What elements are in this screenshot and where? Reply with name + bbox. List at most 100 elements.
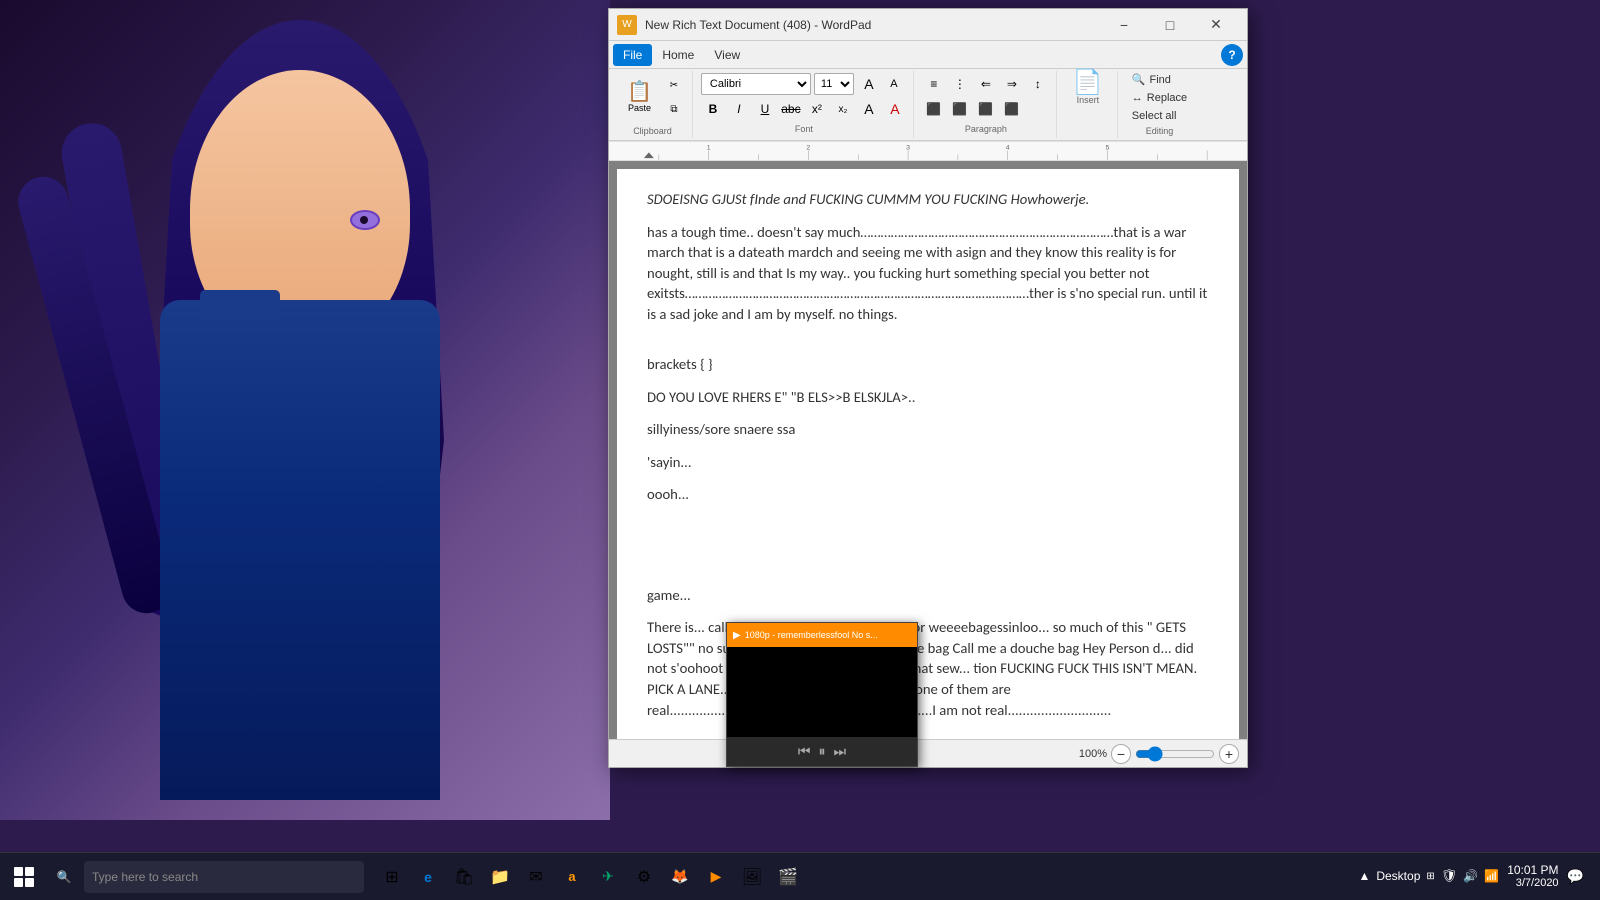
zoom-slider[interactable] xyxy=(1135,746,1215,762)
align-left-button[interactable]: ⬛ xyxy=(922,98,946,120)
app9-icon[interactable]: 🖼 xyxy=(736,861,768,893)
file-explorer-icon[interactable]: 📁 xyxy=(484,861,516,893)
video-area xyxy=(727,647,917,737)
menu-view[interactable]: View xyxy=(704,44,750,66)
taskbar: 🔍 Type here to search ⊞ e 🛍 📁 ✉ a ✈ ⚙ 🦊 … xyxy=(0,852,1600,900)
find-button[interactable]: 🔍 Find xyxy=(1126,71,1193,88)
ruler-svg: 1 2 3 4 5 xyxy=(609,141,1247,160)
bold-button[interactable]: B xyxy=(701,98,725,120)
tripadvisor-icon[interactable]: ✈ xyxy=(592,861,624,893)
paragraph-6-text: 'sayin... xyxy=(647,453,692,471)
shrink-font-button[interactable]: A xyxy=(882,73,906,95)
zoom-out-button[interactable]: − xyxy=(1111,744,1131,764)
menu-file[interactable]: File xyxy=(613,44,652,66)
svg-text:5: 5 xyxy=(1106,145,1110,152)
video-prev-button[interactable]: ⏮ xyxy=(798,743,811,760)
paragraph-5-text: sillyiness/sore snaere ssa xyxy=(647,420,795,438)
close-button[interactable]: ✕ xyxy=(1193,9,1239,41)
clipboard-label: Clipboard xyxy=(619,124,686,138)
bullets-button[interactable]: ≡ xyxy=(922,73,946,95)
video-next-button[interactable]: ⏭ xyxy=(834,743,847,760)
amazon-icon[interactable]: a xyxy=(556,861,588,893)
volume-icon[interactable]: 🔊 xyxy=(1463,869,1478,883)
paragraph-2-text: has a tough time.. doesn't say much……………… xyxy=(647,223,1207,323)
paragraph-3: brackets { } xyxy=(647,354,1209,375)
wordpad-window: W New Rich Text Document (408) - WordPad… xyxy=(608,8,1248,768)
taskbar-icons: ⊞ e 🛍 📁 ✉ a ✈ ⚙ 🦊 ▶ 🖼 🎬 xyxy=(368,861,812,893)
expand-tray-button[interactable]: ▲ xyxy=(1358,869,1370,883)
copy-button[interactable]: ⧉ xyxy=(662,99,686,121)
zoom-controls: 100% − + xyxy=(1079,744,1239,764)
highlight-button[interactable]: A xyxy=(857,98,881,120)
zoom-in-button[interactable]: + xyxy=(1219,744,1239,764)
select-all-button[interactable]: Select all xyxy=(1126,108,1193,124)
strikethrough-button[interactable]: abc xyxy=(779,98,803,120)
video-player-popup[interactable]: ▶ 1080p - rememberlessfool No s... ⏮ ⏸ ⏭ xyxy=(726,622,918,767)
indent-less-button[interactable]: ⇐ xyxy=(974,73,998,95)
select-all-label: Select all xyxy=(1132,110,1177,122)
paste-button[interactable]: 📋 Paste xyxy=(619,78,660,117)
body-clothing xyxy=(160,300,440,800)
ruler: 1 2 3 4 5 xyxy=(609,141,1247,161)
insert-label: Insert xyxy=(1077,95,1100,105)
search-placeholder: Type here to search xyxy=(92,870,198,884)
start-button[interactable] xyxy=(0,853,48,900)
svg-text:3: 3 xyxy=(906,145,910,152)
font-family-select[interactable]: Calibri xyxy=(701,73,811,95)
help-button[interactable]: ? xyxy=(1221,44,1243,66)
vlc-taskbar-icon[interactable]: ▶ xyxy=(700,861,732,893)
edge-icon[interactable]: e xyxy=(412,861,444,893)
ribbon-paragraph-group: ≡ ⋮ ⇐ ⇒ ↕ ⬛ ⬛ ⬛ ⬛ Paragraph xyxy=(916,71,1057,138)
video-controls: ⏮ ⏸ ⏭ xyxy=(727,737,917,766)
subscript-button[interactable]: x₂ xyxy=(831,98,855,120)
paragraph-8: game... xyxy=(647,585,1209,606)
align-right-button[interactable]: ⬛ xyxy=(974,98,998,120)
find-label: Find xyxy=(1150,74,1171,86)
taskbar-right: ▲ Desktop ⊞ 🛡 🔊 📶 10:01 PM 3/7/2020 💬 xyxy=(1358,863,1600,891)
cut-button[interactable]: ✂ xyxy=(662,75,686,97)
taskbar-search-button[interactable]: 🔍 xyxy=(48,861,80,893)
system-time: 10:01 PM xyxy=(1507,863,1558,877)
italic-button[interactable]: I xyxy=(727,98,751,120)
ribbon-clipboard-group: 📋 Paste ✂ ⧉ Clipboard xyxy=(613,71,693,138)
app7-icon[interactable]: ⚙ xyxy=(628,861,660,893)
underline-button[interactable]: U xyxy=(753,98,777,120)
network-icon[interactable]: 📶 xyxy=(1484,869,1499,883)
insert-content: 📄 Insert xyxy=(1065,71,1111,105)
mail-icon[interactable]: ✉ xyxy=(520,861,552,893)
find-icon: 🔍 xyxy=(1132,73,1146,86)
firefox-icon[interactable]: 🦊 xyxy=(664,861,696,893)
taskbar-search-bar[interactable]: Type here to search xyxy=(84,861,364,893)
font-size-select[interactable]: 11 xyxy=(814,73,854,95)
task-view-button[interactable]: ⊞ xyxy=(376,861,408,893)
eye-left xyxy=(350,210,380,230)
zoom-level: 100% xyxy=(1079,748,1107,760)
text-color-button[interactable]: A xyxy=(883,98,907,120)
desktop-button[interactable]: ⊞ xyxy=(1426,871,1434,882)
video-title: 1080p - rememberlessfool No s... xyxy=(745,630,878,640)
align-center-button[interactable]: ⬛ xyxy=(948,98,972,120)
maximize-button[interactable]: □ xyxy=(1147,9,1193,41)
ribbon-row: 📋 Paste ✂ ⧉ Clipboard xyxy=(609,69,1247,140)
numbering-button[interactable]: ⋮ xyxy=(948,73,972,95)
paragraph-7: oooh... 1080p - rememberlessfool No self… xyxy=(647,484,1209,505)
menu-home[interactable]: Home xyxy=(652,44,704,66)
clipboard-content: 📋 Paste ✂ ⧉ xyxy=(619,71,686,124)
document-area[interactable]: SDOEISNG GJUSt fInde and FUCKING CUMMM Y… xyxy=(609,161,1247,739)
grow-font-button[interactable]: A xyxy=(857,73,881,95)
app10-icon[interactable]: 🎬 xyxy=(772,861,804,893)
replace-button[interactable]: ↔ Replace xyxy=(1126,90,1193,106)
notifications-button[interactable]: 💬 xyxy=(1567,868,1584,885)
notification-icon: 🛡 xyxy=(1441,868,1458,884)
editing-content: 🔍 Find ↔ Replace Select all xyxy=(1126,71,1193,124)
superscript-button[interactable]: x² xyxy=(805,98,829,120)
paragraph-3-text: brackets { } xyxy=(647,355,713,373)
video-play-button[interactable]: ⏸ xyxy=(819,743,826,760)
minimize-button[interactable]: − xyxy=(1101,9,1147,41)
align-justify-button[interactable]: ⬛ xyxy=(1000,98,1024,120)
store-icon[interactable]: 🛍 xyxy=(448,861,480,893)
window-title: New Rich Text Document (408) - WordPad xyxy=(645,18,1101,32)
paragraph-5: sillyiness/sore snaere ssa xyxy=(647,419,1209,440)
line-spacing-button[interactable]: ↕ xyxy=(1026,73,1050,95)
indent-more-button[interactable]: ⇒ xyxy=(1000,73,1024,95)
